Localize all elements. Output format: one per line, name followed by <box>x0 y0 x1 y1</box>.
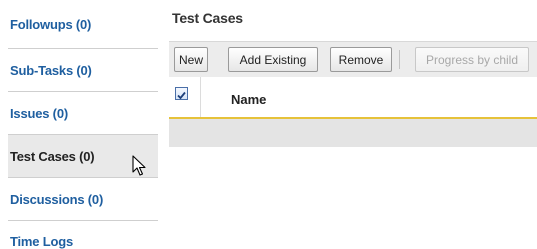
column-divider <box>200 77 201 117</box>
sidebar-item-label: Discussions (0) <box>10 191 104 207</box>
sidebar-item-label: Followups (0) <box>10 16 92 32</box>
grid-empty-body <box>169 119 537 147</box>
select-all-checkbox[interactable] <box>175 87 188 100</box>
remove-button[interactable]: Remove <box>330 47 392 72</box>
checkmark-icon <box>177 91 186 100</box>
progress-by-child-button[interactable]: Progress by child <box>415 47 529 72</box>
sidebar-item-time-logs[interactable]: Time Logs <box>8 221 158 249</box>
column-header-name[interactable]: Name <box>231 92 266 107</box>
new-button[interactable]: New <box>174 47 208 72</box>
sidebar-item-issues[interactable]: Issues (0) <box>8 92 158 135</box>
sidebar-item-followups[interactable]: Followups (0) <box>8 0 158 49</box>
sidebar-item-label: Test Cases (0) <box>10 148 95 164</box>
mouse-pointer-icon <box>132 155 146 176</box>
section-title: Test Cases <box>172 10 243 26</box>
app-root: Followups (0) Sub-Tasks (0) Issues (0) T… <box>0 0 537 249</box>
grid-header: Name <box>169 77 537 119</box>
add-existing-button[interactable]: Add Existing <box>228 47 318 72</box>
toolbar: New Add Existing Remove Progress by chil… <box>169 41 537 77</box>
sidebar-item-discussions[interactable]: Discussions (0) <box>8 178 158 221</box>
related-items-sidebar: Followups (0) Sub-Tasks (0) Issues (0) T… <box>8 0 158 249</box>
sidebar-item-label: Issues (0) <box>10 105 68 121</box>
toolbar-separator <box>399 50 400 69</box>
sidebar-item-label: Sub-Tasks (0) <box>10 62 92 78</box>
sidebar-item-label: Time Logs <box>10 233 73 249</box>
sidebar-item-sub-tasks[interactable]: Sub-Tasks (0) <box>8 49 158 92</box>
